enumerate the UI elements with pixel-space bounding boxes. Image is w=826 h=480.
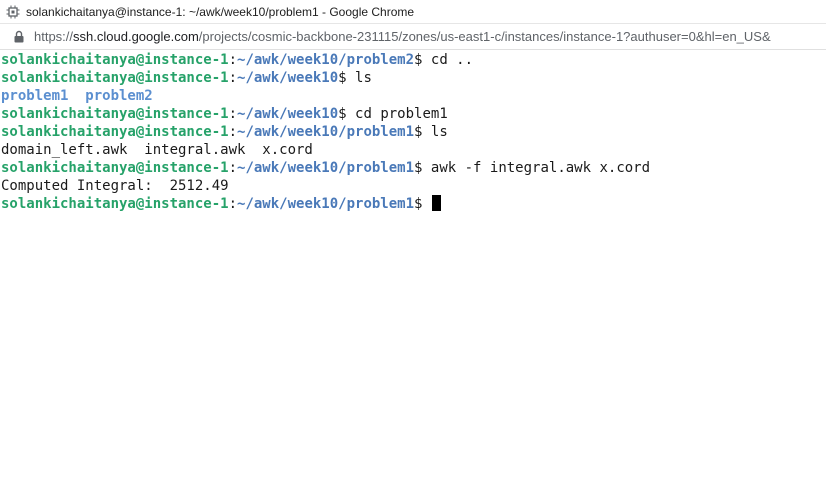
command-text: $ — [414, 196, 431, 212]
terminal-output[interactable]: solankichaitanya@instance-1:~/awk/week10… — [0, 50, 826, 480]
terminal-line: solankichaitanya@instance-1:~/awk/week10… — [1, 123, 826, 141]
prompt-path: ~/awk/week10/problem1 — [237, 124, 415, 140]
terminal-line: solankichaitanya@instance-1:~/awk/week10… — [1, 105, 826, 123]
command-text: $ ls — [414, 124, 448, 140]
prompt-user: solankichaitanya@instance-1 — [1, 106, 229, 122]
terminal-line[interactable]: solankichaitanya@instance-1:~/awk/week10… — [1, 195, 826, 213]
terminal-line: solankichaitanya@instance-1:~/awk/week10… — [1, 51, 826, 69]
terminal-line: solankichaitanya@instance-1:~/awk/week10… — [1, 159, 826, 177]
url-path: /projects/cosmic-backbone-231115/zones/u… — [198, 29, 771, 44]
prompt-sep: : — [228, 70, 238, 86]
prompt-sep: : — [228, 160, 238, 176]
command-text: $ cd .. — [414, 52, 474, 68]
prompt-path: ~/awk/week10/problem1 — [237, 160, 415, 176]
command-text: $ ls — [338, 70, 372, 86]
url-text[interactable]: https://ssh.cloud.google.com/projects/co… — [34, 29, 771, 44]
terminal-line: problem1 problem2 — [1, 87, 826, 105]
prompt-path: ~/awk/week10 — [237, 106, 339, 122]
prompt-user: solankichaitanya@instance-1 — [1, 160, 229, 176]
output-text: domain_left.awk integral.awk x.cord — [1, 142, 313, 158]
prompt-user: solankichaitanya@instance-1 — [1, 52, 229, 68]
terminal-chip-icon — [6, 5, 20, 19]
prompt-sep: : — [228, 106, 238, 122]
terminal-cursor[interactable] — [431, 195, 441, 211]
prompt-path: ~/awk/week10/problem1 — [237, 196, 415, 212]
terminal-line: Computed Integral: 2512.49 — [1, 177, 826, 195]
terminal-line: solankichaitanya@instance-1:~/awk/week10… — [1, 69, 826, 87]
command-text: $ awk -f integral.awk x.cord — [414, 160, 651, 176]
prompt-sep: : — [228, 124, 238, 140]
url-scheme: https:// — [34, 29, 74, 44]
lock-icon[interactable] — [14, 30, 26, 44]
window-titlebar: solankichaitanya@instance-1: ~/awk/week1… — [0, 0, 826, 24]
url-domain: ssh.cloud.google.com — [73, 29, 199, 44]
prompt-path: ~/awk/week10/problem2 — [237, 52, 415, 68]
address-bar[interactable]: https://ssh.cloud.google.com/projects/co… — [0, 24, 826, 50]
command-text: $ cd problem1 — [338, 106, 448, 122]
window-title: solankichaitanya@instance-1: ~/awk/week1… — [26, 4, 415, 19]
directory-listing: problem1 problem2 — [1, 88, 153, 104]
prompt-user: solankichaitanya@instance-1 — [1, 124, 229, 140]
terminal-line: domain_left.awk integral.awk x.cord — [1, 141, 826, 159]
prompt-sep: : — [228, 52, 238, 68]
prompt-path: ~/awk/week10 — [237, 70, 339, 86]
prompt-user: solankichaitanya@instance-1 — [1, 196, 229, 212]
prompt-sep: : — [228, 196, 238, 212]
output-text: Computed Integral: 2512.49 — [1, 178, 229, 194]
prompt-user: solankichaitanya@instance-1 — [1, 70, 229, 86]
